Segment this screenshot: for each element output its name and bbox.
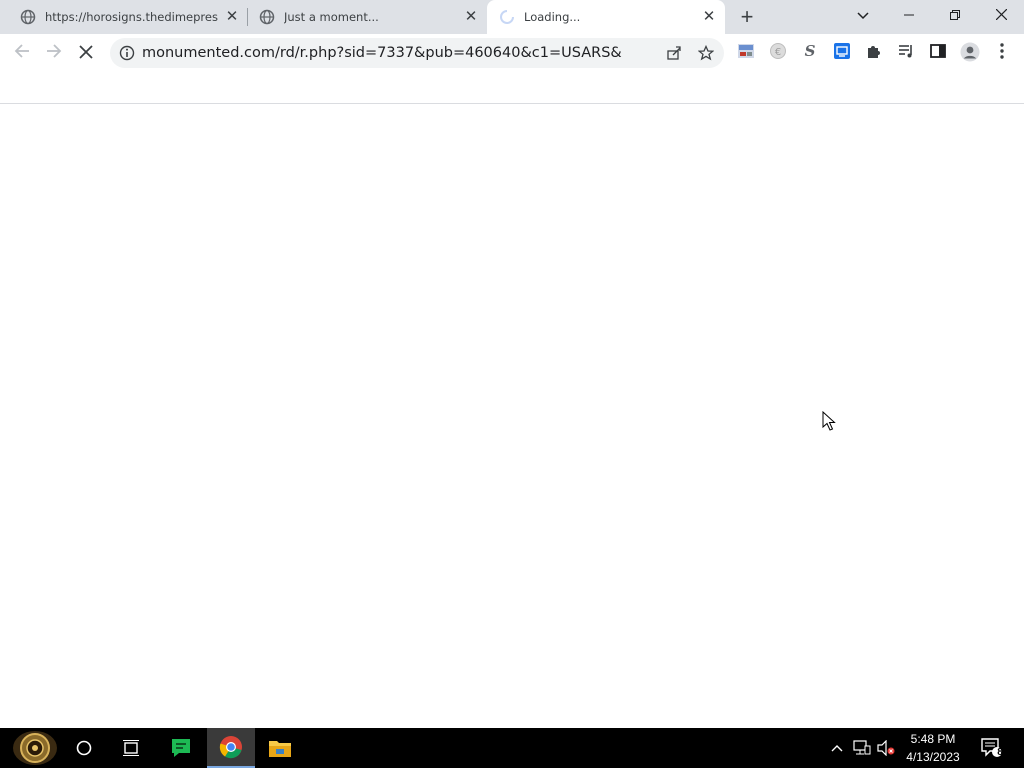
- clock[interactable]: 5:48 PM 4/13/2023: [898, 728, 970, 768]
- url-text[interactable]: monumented.com/rd/r.php?sid=7337&pub=460…: [142, 38, 622, 68]
- back-arrow-icon: [14, 44, 29, 58]
- extension-blue-icon[interactable]: [832, 42, 852, 62]
- bookmark-star-icon[interactable]: [698, 45, 714, 61]
- start-logo-icon: [13, 731, 57, 765]
- tab-search-button[interactable]: [840, 0, 886, 30]
- forward-arrow-icon: [47, 44, 62, 58]
- action-center-button[interactable]: 8: [972, 728, 1012, 768]
- chevron-down-icon: [857, 12, 869, 20]
- taskbar-app-chrome[interactable]: [207, 728, 255, 768]
- folder-icon: [269, 741, 291, 757]
- tab-title: Loading...: [524, 10, 581, 24]
- green-chat-app-icon: [172, 739, 190, 757]
- extension-image-icon[interactable]: [736, 42, 756, 62]
- network-icon: [853, 740, 871, 755]
- page-content: [0, 104, 1024, 728]
- search-button[interactable]: [60, 728, 108, 768]
- tab-horosigns[interactable]: https://horosigns.thedimepress.com ✕: [8, 0, 248, 34]
- chrome-icon: [219, 736, 242, 759]
- task-view-button[interactable]: [107, 728, 155, 768]
- menu-kebab-icon[interactable]: [992, 42, 1012, 62]
- start-button[interactable]: [10, 728, 60, 768]
- side-panel-icon[interactable]: [928, 42, 948, 62]
- site-info-icon[interactable]: [119, 45, 135, 61]
- tab-title: Just a moment...: [284, 10, 379, 24]
- tab-strip: https://horosigns.thedimepress.com ✕ Jus…: [0, 0, 1024, 34]
- minimize-icon: [904, 14, 914, 16]
- loading-spinner-icon: [500, 10, 514, 24]
- address-bar[interactable]: monumented.com/rd/r.php?sid=7337&pub=460…: [110, 38, 724, 68]
- volume-button[interactable]: [874, 728, 898, 768]
- mouse-cursor-icon: [822, 411, 836, 431]
- windows-taskbar: 5:48 PM 4/13/2023 8: [0, 728, 1024, 768]
- network-button[interactable]: [850, 728, 874, 768]
- close-icon: [995, 8, 1007, 21]
- close-tab-icon[interactable]: ✕: [224, 9, 240, 25]
- search-circle-icon: [76, 740, 92, 756]
- extension-s-icon[interactable]: S: [800, 42, 820, 62]
- show-hidden-icons-button[interactable]: [826, 728, 848, 768]
- share-icon[interactable]: [666, 45, 682, 61]
- clock-date: 4/13/2023: [906, 750, 960, 764]
- minimize-button[interactable]: [886, 0, 932, 30]
- stop-x-icon: [79, 45, 93, 59]
- forward-button[interactable]: [40, 39, 68, 67]
- restore-button[interactable]: [932, 0, 978, 30]
- bookmarks-bar: [0, 72, 1024, 104]
- tab-loading[interactable]: Loading... ✕: [487, 0, 725, 34]
- taskbar-app-file-explorer[interactable]: [256, 728, 304, 768]
- taskbar-app-green[interactable]: [157, 728, 205, 768]
- close-tab-icon[interactable]: ✕: [701, 9, 717, 25]
- close-window-button[interactable]: [978, 0, 1024, 30]
- notification-count-badge: 8: [997, 747, 1003, 758]
- back-button[interactable]: [8, 39, 36, 67]
- extensions-puzzle-icon[interactable]: [864, 42, 884, 62]
- task-view-icon: [123, 740, 139, 756]
- media-control-icon[interactable]: [896, 42, 916, 62]
- globe-icon: [20, 9, 36, 25]
- close-tab-icon[interactable]: ✕: [463, 9, 479, 25]
- new-tab-button[interactable]: +: [736, 6, 758, 28]
- svg-text:S: S: [805, 42, 816, 60]
- volume-muted-icon: [877, 740, 895, 756]
- profile-avatar-icon[interactable]: [960, 42, 980, 62]
- clock-time: 5:48 PM: [910, 732, 956, 746]
- tab-title: https://horosigns.thedimepress.com: [45, 10, 218, 24]
- globe-icon: [259, 9, 275, 25]
- svg-text:€: €: [775, 47, 781, 58]
- tab-just-a-moment[interactable]: Just a moment... ✕: [247, 0, 487, 34]
- stop-loading-button[interactable]: [72, 39, 100, 67]
- extension-circle-icon[interactable]: €: [768, 42, 788, 62]
- browser-toolbar: monumented.com/rd/r.php?sid=7337&pub=460…: [0, 34, 1024, 72]
- restore-icon: [950, 10, 960, 20]
- chevron-up-icon: [831, 745, 843, 752]
